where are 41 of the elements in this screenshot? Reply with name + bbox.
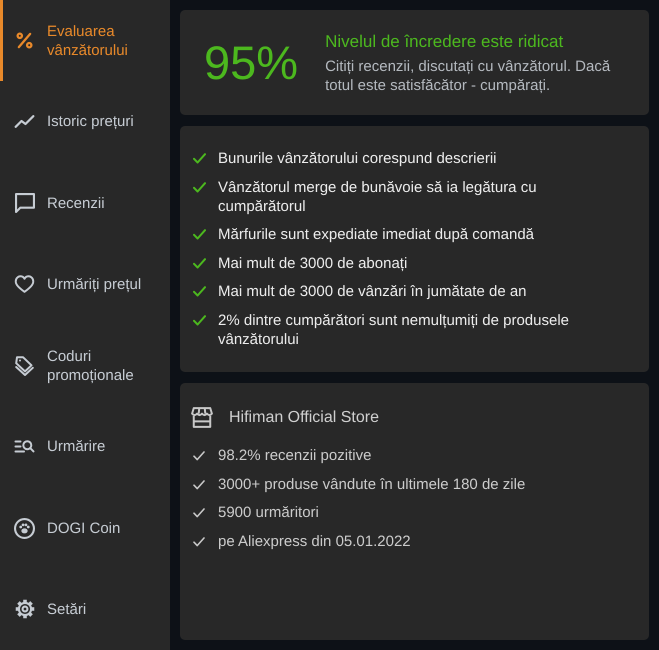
check-icon [193, 451, 205, 461]
sidebar-item[interactable]: Istoric prețuri [0, 81, 170, 162]
check-icon [193, 182, 206, 193]
criterion-text: Vânzătorul merge de bunăvoie să ia legătura cu cumpărătorul [218, 178, 538, 216]
criterion-text: Mai mult de 3000 de vânzări în jumătate de an [218, 282, 527, 302]
criterion-text: Mărfurile sunt expediate imediat după comandă [218, 225, 534, 244]
store-name: Hifiman Official Store [229, 408, 379, 428]
heart-icon [14, 275, 35, 294]
sidebar-item[interactable]: Coduri promoționale [0, 325, 170, 406]
sidebar-item[interactable]: Urmărire [0, 406, 170, 488]
trust-score: 95% [204, 39, 298, 86]
chat-bubble-icon [14, 193, 34, 214]
check-icon [193, 508, 205, 518]
criterion-text: 2% dintre cumpărători sunt nemulțumiți de produsele vânzătorului [218, 310, 570, 349]
check-icon [193, 480, 205, 490]
trust-description: Citiți recenzii, discutați cu vânzătorul. Dacă totul este satisfăcător - cumpărați. [325, 56, 612, 94]
list-search-icon [14, 440, 35, 454]
check-icon [193, 229, 206, 240]
sidebar-item[interactable]: Evaluarea vânzătorului [0, 0, 170, 82]
settings-icon [14, 599, 34, 620]
criterion-text: Bunurile vânzătorului corespund descrierii [218, 149, 496, 168]
trend-line-icon [14, 115, 35, 128]
sidebar-item[interactable]: Urmăriți prețul [0, 244, 170, 325]
store-fact: 3000+ produse vândute în ultimele 180 de zile [218, 474, 526, 494]
criterion-text: Mai mult de 3000 de abonați [218, 254, 408, 273]
sidebar-item[interactable]: Recenzii [0, 162, 170, 244]
store-fact: pe Aliexpress din 05.01.2022 [218, 532, 411, 552]
tags-icon [15, 356, 34, 376]
check-icon [193, 314, 206, 326]
percent-icon [16, 32, 33, 50]
store-fact: 98.2% recenzii pozitive [218, 446, 372, 465]
check-icon [193, 537, 205, 548]
store-icon [191, 407, 213, 428]
check-icon [193, 258, 206, 269]
sidebar-item[interactable]: DOGI Coin [0, 488, 170, 569]
check-icon [193, 153, 206, 164]
paw-coin-icon [14, 518, 35, 539]
check-icon [193, 286, 206, 298]
store-fact: 5900 urmăritori [218, 503, 319, 522]
trust-title: Nivelul de încredere este ridicat [325, 30, 564, 52]
sidebar-item[interactable]: Setări [0, 568, 170, 650]
